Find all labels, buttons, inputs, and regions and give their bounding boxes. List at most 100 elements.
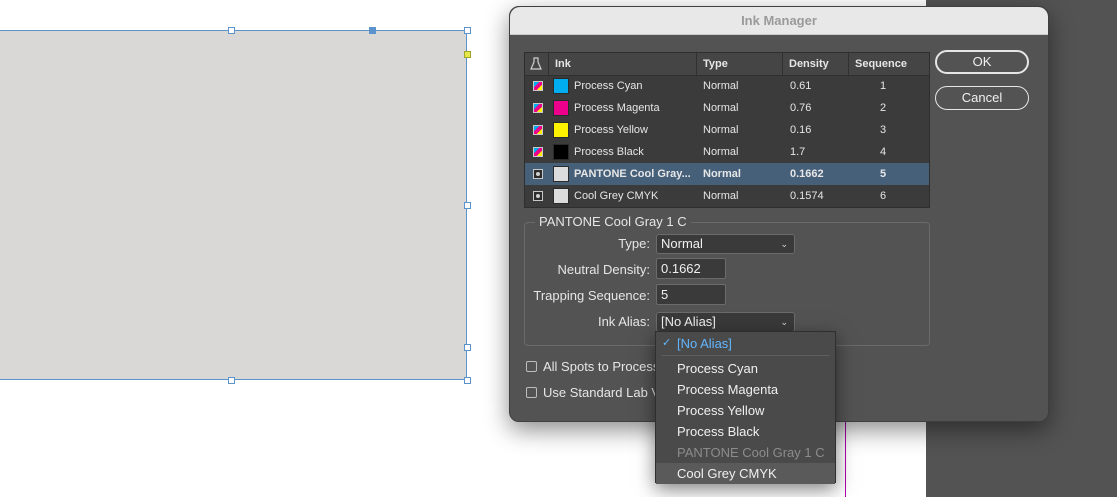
ink-name: Process Black bbox=[574, 146, 644, 158]
spot-ink-icon[interactable] bbox=[533, 191, 543, 201]
ink-row[interactable]: Process Cyan Normal 0.61 1 bbox=[525, 75, 929, 97]
ink-type: Normal bbox=[703, 168, 741, 180]
ink-swatch bbox=[553, 78, 569, 94]
corner-options-handle[interactable] bbox=[464, 51, 471, 58]
ink-swatch bbox=[553, 122, 569, 138]
process-ink-icon[interactable] bbox=[533, 81, 543, 91]
ink-type: Normal bbox=[703, 124, 739, 136]
ink-sequence: 2 bbox=[880, 102, 887, 114]
alias-menu-item: PANTONE Cool Gray 1 C bbox=[656, 442, 835, 463]
ink-density: 0.16 bbox=[790, 124, 812, 136]
type-label: Type: bbox=[618, 236, 650, 251]
ink-sequence: 5 bbox=[880, 168, 887, 180]
ink-swatch bbox=[553, 166, 569, 182]
ink-density: 0.76 bbox=[790, 102, 812, 114]
checkbox-box[interactable] bbox=[526, 361, 537, 372]
alias-menu-item[interactable]: ✓ [No Alias] bbox=[656, 333, 835, 354]
selected-rectangle-frame[interactable] bbox=[0, 30, 467, 380]
all-spots-to-process-label: All Spots to Process bbox=[543, 359, 660, 374]
all-spots-to-process-checkbox[interactable]: All Spots to Process bbox=[526, 359, 659, 374]
ink-type: Normal bbox=[703, 102, 739, 114]
ink-row[interactable]: Process Black Normal 1.7 4 bbox=[525, 141, 929, 163]
ink-type: Normal bbox=[703, 80, 739, 92]
ink-kind-column-header[interactable] bbox=[525, 53, 549, 75]
ink-details-title: PANTONE Cool Gray 1 C bbox=[535, 214, 691, 229]
alias-menu-item[interactable]: Cool Grey CMYK bbox=[656, 463, 835, 484]
alias-menu-item-label: Process Magenta bbox=[677, 382, 779, 397]
checkmark-icon: ✓ bbox=[662, 337, 672, 349]
chevron-down-icon: ⌄ bbox=[780, 239, 788, 249]
use-standard-lab-checkbox[interactable]: Use Standard Lab V bbox=[526, 385, 660, 400]
frame-handle-right-middle[interactable] bbox=[464, 202, 471, 209]
ink-table: Ink Type Density Sequence Process Cyan No… bbox=[524, 52, 930, 208]
ink-density: 0.1662 bbox=[790, 168, 824, 180]
process-ink-icon[interactable] bbox=[533, 147, 543, 157]
trapping-sequence-field[interactable]: 5 bbox=[656, 284, 726, 305]
ink-swatch bbox=[553, 188, 569, 204]
neutral-density-field[interactable]: 0.1662 bbox=[656, 258, 726, 279]
ink-alias-label: Ink Alias: bbox=[597, 314, 650, 329]
ink-density: 0.1574 bbox=[790, 190, 824, 202]
column-header-ink[interactable]: Ink bbox=[549, 53, 697, 75]
ink-density: 1.7 bbox=[790, 146, 806, 158]
column-header-type[interactable]: Type bbox=[697, 53, 783, 75]
frame-handle-bottom-middle[interactable] bbox=[228, 377, 235, 384]
ink-alias-select-value: [No Alias] bbox=[661, 314, 716, 329]
dialog-title: Ink Manager bbox=[510, 7, 1048, 35]
ink-name: Cool Grey CMYK bbox=[574, 190, 659, 202]
alias-menu-item[interactable]: Process Magenta bbox=[656, 379, 835, 400]
process-ink-icon[interactable] bbox=[533, 103, 543, 113]
frame-handle-bottom-right[interactable] bbox=[464, 377, 471, 384]
ink-sequence: 3 bbox=[880, 124, 887, 136]
ink-type: Normal bbox=[703, 190, 739, 202]
ink-table-header: Ink Type Density Sequence bbox=[525, 53, 929, 76]
ink-sequence: 4 bbox=[880, 146, 887, 158]
ok-button[interactable]: OK bbox=[935, 50, 1029, 74]
frame-handle-right-lower[interactable] bbox=[464, 344, 471, 351]
trapping-sequence-label: Trapping Sequence: bbox=[533, 288, 650, 303]
ink-sequence: 1 bbox=[880, 80, 887, 92]
type-select[interactable]: Normal ⌄ bbox=[656, 234, 795, 254]
alias-menu-item-label: Process Yellow bbox=[677, 403, 765, 418]
page-edge-guide bbox=[845, 420, 846, 497]
neutral-density-label: Neutral Density: bbox=[557, 262, 650, 277]
ink-row[interactable]: PANTONE Cool Gray... Normal 0.1662 5 bbox=[525, 163, 929, 185]
ink-alias-select[interactable]: [No Alias] ⌄ bbox=[656, 312, 795, 332]
alias-menu-item[interactable]: Process Black bbox=[656, 421, 835, 442]
alias-menu-item-label: Cool Grey CMYK bbox=[677, 466, 777, 481]
type-select-value: Normal bbox=[661, 236, 703, 251]
ink-name: Process Yellow bbox=[574, 124, 648, 136]
cancel-button[interactable]: Cancel bbox=[935, 86, 1029, 110]
ink-type: Normal bbox=[703, 146, 739, 158]
alias-menu-item[interactable]: Process Cyan bbox=[656, 358, 835, 379]
column-header-density[interactable]: Density bbox=[783, 53, 849, 75]
frame-center-point[interactable] bbox=[369, 27, 376, 34]
alias-menu-item-label: PANTONE Cool Gray 1 C bbox=[677, 445, 825, 460]
frame-handle-top-middle[interactable] bbox=[228, 27, 235, 34]
ink-details-group: PANTONE Cool Gray 1 C Type: Normal ⌄ Neu… bbox=[524, 214, 930, 346]
alias-menu-item-label: Process Black bbox=[677, 424, 760, 439]
alias-menu-item-label: [No Alias] bbox=[677, 336, 732, 351]
ink-name: PANTONE Cool Gray... bbox=[574, 168, 691, 180]
ink-alias-menu: ✓ [No Alias] Process Cyan Process Magenta Pr… bbox=[655, 331, 836, 484]
ink-name: Process Magenta bbox=[574, 102, 660, 114]
ink-swatch bbox=[553, 144, 569, 160]
ink-row[interactable]: Cool Grey CMYK Normal 0.1574 6 bbox=[525, 185, 929, 207]
ink-row[interactable]: Process Yellow Normal 0.16 3 bbox=[525, 119, 929, 141]
ink-sequence: 6 bbox=[880, 190, 887, 202]
alias-menu-item-label: Process Cyan bbox=[677, 361, 758, 376]
ink-row[interactable]: Process Magenta Normal 0.76 2 bbox=[525, 97, 929, 119]
spot-ink-icon[interactable] bbox=[533, 169, 543, 179]
chevron-down-icon: ⌄ bbox=[780, 317, 788, 327]
checkbox-box[interactable] bbox=[526, 387, 537, 398]
ink-type-icon bbox=[530, 57, 542, 70]
ink-density: 0.61 bbox=[790, 80, 812, 92]
menu-separator bbox=[662, 355, 830, 356]
ink-name: Process Cyan bbox=[574, 80, 643, 92]
process-ink-icon[interactable] bbox=[533, 125, 543, 135]
ink-swatch bbox=[553, 100, 569, 116]
use-standard-lab-label: Use Standard Lab V bbox=[543, 385, 661, 400]
column-header-sequence[interactable]: Sequence bbox=[849, 53, 931, 75]
alias-menu-item[interactable]: Process Yellow bbox=[656, 400, 835, 421]
frame-handle-top-right[interactable] bbox=[464, 27, 471, 34]
